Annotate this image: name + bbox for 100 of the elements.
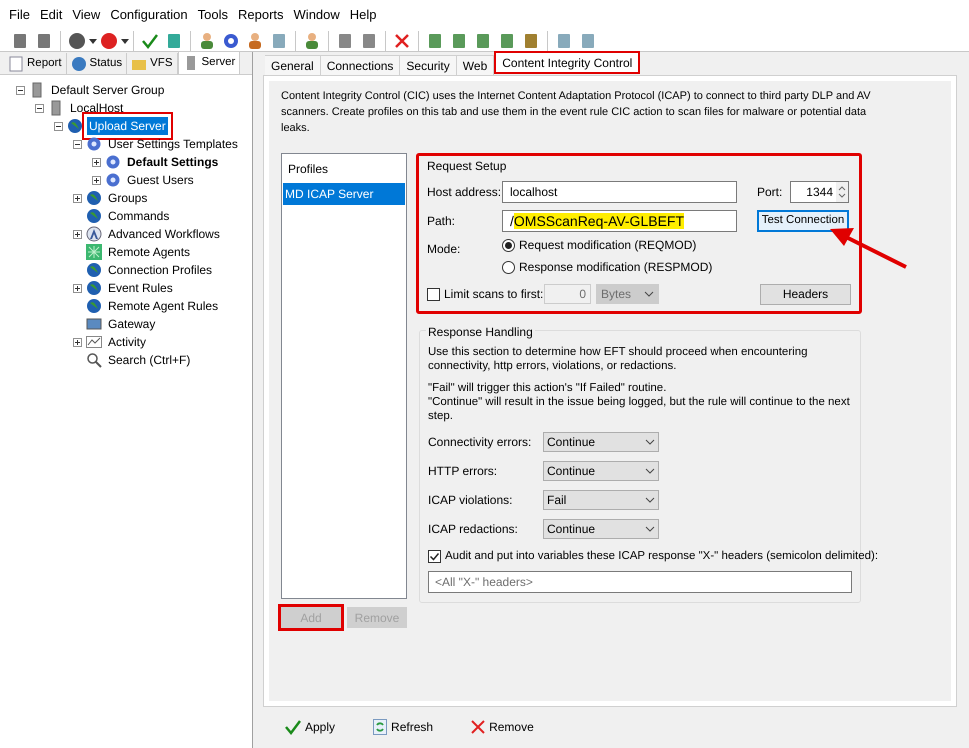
group-title: Request Setup <box>427 158 508 175</box>
tab[interactable]: Content Integrity Control <box>494 51 640 74</box>
field-label: ICAP redactions: <box>428 521 519 538</box>
tab[interactable]: Web <box>456 55 494 75</box>
tree-item[interactable]: Groups <box>106 189 150 207</box>
tab[interactable]: Security <box>400 55 457 75</box>
tree-item[interactable]: Default Server Group <box>49 81 166 99</box>
delete-icon <box>471 720 486 734</box>
menu-item[interactable]: Window <box>288 5 345 25</box>
tree-item[interactable]: Connection Profiles <box>106 261 214 279</box>
gear-icon <box>86 136 102 152</box>
collapse-icon[interactable] <box>16 86 25 94</box>
chevron-down-icon <box>645 497 655 503</box>
tree-item[interactable]: User Settings Templates <box>106 135 240 153</box>
tree-item[interactable]: Activity <box>106 333 148 351</box>
gear-icon <box>105 154 121 170</box>
expand-icon[interactable] <box>73 284 82 292</box>
action-select[interactable]: Fail <box>543 490 659 510</box>
field-label: Mode: <box>427 241 462 258</box>
test-connection-button[interactable]: Test Connection <box>757 210 849 232</box>
chevron-down-icon <box>645 526 655 532</box>
port-field[interactable]: 1344 <box>790 181 849 203</box>
headers-button[interactable]: Headers <box>760 284 851 304</box>
field-label: Host address: <box>427 184 502 201</box>
field-label: Path: <box>427 213 456 230</box>
tree-item[interactable]: Gateway <box>106 315 158 333</box>
headers-field[interactable]: <All "X-" headers> <box>428 571 852 594</box>
menu-item[interactable]: File <box>4 5 35 25</box>
menu-item[interactable]: View <box>67 5 106 25</box>
globe-icon <box>67 118 83 134</box>
menu-item[interactable]: Configuration <box>105 5 193 25</box>
list-item[interactable]: MD ICAP Server <box>283 183 405 205</box>
host-field[interactable]: localhost <box>502 181 737 203</box>
help-text: Use this section to determine how EFT should proceed when encountering connectivity, http errors, violations, or redactions. <box>428 345 809 373</box>
round-icon[interactable] <box>68 32 86 50</box>
person-icon[interactable] <box>303 32 321 50</box>
gear-icon <box>105 172 121 188</box>
radio-button[interactable] <box>502 260 515 274</box>
footer-button[interactable]: Apply <box>285 718 336 736</box>
globe-icon <box>86 190 102 206</box>
panel-tab[interactable]: Status <box>66 53 128 74</box>
person-icon[interactable] <box>246 32 264 50</box>
radio-button[interactable] <box>502 238 515 252</box>
report-icon <box>8 56 24 72</box>
collapse-icon[interactable] <box>73 140 82 148</box>
check-icon[interactable] <box>141 32 159 50</box>
collapse-icon[interactable] <box>54 122 63 130</box>
chevron-down-icon <box>645 468 655 474</box>
action-select[interactable]: Continue <box>543 461 659 481</box>
monitor-icon <box>86 316 102 332</box>
tree-item[interactable]: Upload Server <box>87 117 168 135</box>
tab[interactable]: Connections <box>320 55 400 75</box>
field-label: HTTP errors: <box>428 463 498 480</box>
globe-icon <box>86 298 102 314</box>
path-field[interactable]: /OMSScanReq-AV-GLBEFT <box>502 210 737 232</box>
expand-icon[interactable] <box>73 338 82 346</box>
spinner-icon[interactable] <box>836 182 848 202</box>
field-label: ICAP violations: <box>428 492 514 509</box>
search-icon <box>86 352 102 368</box>
check-icon <box>285 719 301 735</box>
tree-item[interactable]: Guest Users <box>125 171 196 189</box>
menu-item[interactable]: Reports <box>233 5 289 25</box>
panel-tab[interactable]: Server <box>178 51 240 74</box>
tree-item[interactable]: LocalHost <box>68 99 126 117</box>
menu-item[interactable]: Edit <box>34 5 68 25</box>
globe-icon <box>86 208 102 224</box>
expand-icon[interactable] <box>92 158 101 166</box>
collapse-icon[interactable] <box>35 104 44 112</box>
expand-icon[interactable] <box>92 176 101 184</box>
field-label: Port: <box>757 184 784 201</box>
workflow-icon <box>86 226 102 242</box>
gear-icon[interactable] <box>222 32 240 50</box>
agent-icon <box>86 244 102 260</box>
menu-item[interactable]: Tools <box>192 5 233 25</box>
expand-icon[interactable] <box>73 194 82 202</box>
person-icon[interactable] <box>198 32 216 50</box>
tab[interactable]: General <box>265 55 321 75</box>
footer-button[interactable]: Refresh <box>373 718 434 736</box>
footer-button[interactable]: Remove <box>471 718 534 736</box>
tree-item[interactable]: Event Rules <box>106 279 175 297</box>
checkbox[interactable] <box>428 550 441 564</box>
tree-item[interactable]: Commands <box>106 207 172 225</box>
radio-label[interactable]: Request modification (REQMOD) <box>519 236 696 254</box>
globe-icon <box>86 262 102 278</box>
action-select[interactable]: Continue <box>543 432 659 452</box>
tree-item[interactable]: Remote Agents <box>106 243 192 261</box>
action-select[interactable]: Continue <box>543 519 659 539</box>
delete-icon[interactable] <box>393 32 411 50</box>
menu-item[interactable]: Help <box>344 5 382 25</box>
expand-icon[interactable] <box>73 230 82 238</box>
checkbox-label[interactable]: Audit and put into variables these ICAP response "X-" headers (semicolon delimited): <box>445 548 878 566</box>
radio-label[interactable]: Response modification (RESPMOD) <box>519 258 712 276</box>
tree-item[interactable]: Search (Ctrl+F) <box>106 351 192 369</box>
round-icon[interactable] <box>100 32 118 50</box>
list-header: Profiles <box>287 161 330 178</box>
tree-item[interactable]: Remote Agent Rules <box>106 297 220 315</box>
help-text: "Continue" will result in the issue being logged, but the rule will continue to the next step. <box>428 395 851 423</box>
tree-item[interactable]: Default Settings <box>125 153 220 171</box>
tree-item[interactable]: Advanced Workflows <box>106 225 222 243</box>
chart-icon <box>86 334 102 350</box>
